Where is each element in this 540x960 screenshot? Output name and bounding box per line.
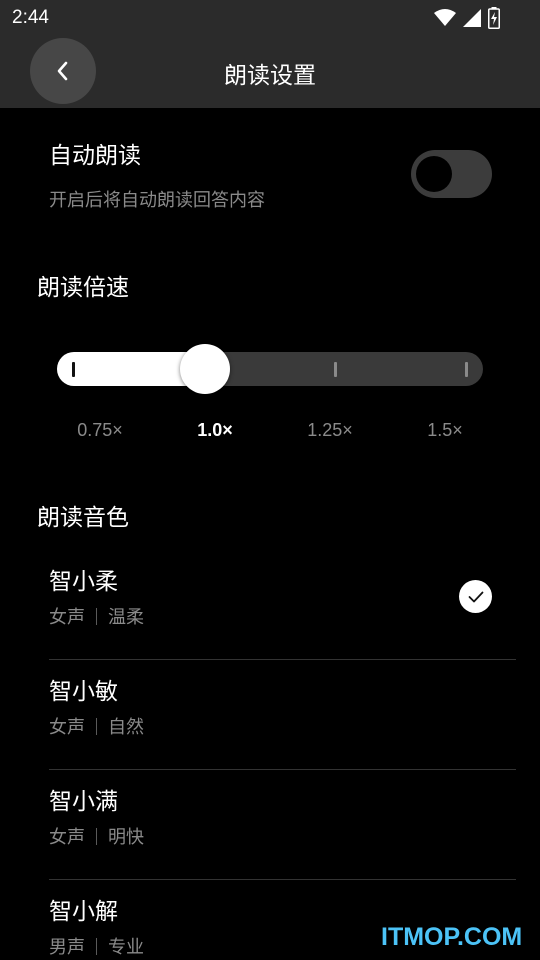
voice-name: 智小解 <box>49 899 118 925</box>
page-title: 朗读设置 <box>224 63 316 89</box>
meta-separator <box>96 827 97 845</box>
speed-option-3[interactable]: 1.5× <box>395 420 495 441</box>
status-time: 2:44 <box>12 7 49 28</box>
voice-gender: 女声 <box>49 717 85 738</box>
watermark: ITMOP.COM <box>381 923 523 951</box>
voice-name: 智小敏 <box>49 679 118 705</box>
voice-meta: 女声 温柔 <box>49 603 144 629</box>
meta-separator <box>96 607 97 625</box>
speed-option-0[interactable]: 0.75× <box>50 420 150 441</box>
selected-check <box>459 580 492 613</box>
speed-tick-3 <box>465 362 468 377</box>
voice-item-zhixiaoman[interactable]: 智小满 女声 明快 <box>49 770 516 880</box>
speed-option-1[interactable]: 1.0× <box>165 420 265 441</box>
speed-tick-2 <box>334 362 337 377</box>
voice-item-zhixiaomin[interactable]: 智小敏 女声 自然 <box>49 660 516 770</box>
wifi-icon <box>434 9 456 26</box>
voice-style: 自然 <box>108 717 144 738</box>
speed-slider-thumb[interactable] <box>180 344 230 394</box>
voice-meta: 男声 专业 <box>49 933 144 959</box>
speed-option-2[interactable]: 1.25× <box>280 420 380 441</box>
voice-gender: 男声 <box>49 937 85 958</box>
speed-tick-0 <box>72 362 75 377</box>
speed-section-title: 朗读倍速 <box>37 275 129 301</box>
voice-name: 智小柔 <box>49 569 118 595</box>
meta-separator <box>96 937 97 955</box>
voice-gender: 女声 <box>49 827 85 848</box>
auto-read-title: 自动朗读 <box>49 143 141 169</box>
voice-style: 明快 <box>108 827 144 848</box>
signal-icon <box>463 9 481 27</box>
voice-name: 智小满 <box>49 789 118 815</box>
voice-style: 温柔 <box>108 607 144 628</box>
auto-read-toggle[interactable] <box>411 150 492 198</box>
battery-charging-icon <box>488 7 500 29</box>
app-bar: 朗读设置 <box>0 36 540 108</box>
voice-section-title: 朗读音色 <box>37 505 129 531</box>
speed-slider[interactable] <box>57 352 483 386</box>
voice-meta: 女声 明快 <box>49 823 144 849</box>
voice-gender: 女声 <box>49 607 85 628</box>
toggle-knob <box>416 156 452 192</box>
voice-item-zhixiaorou[interactable]: 智小柔 女声 温柔 <box>49 550 516 660</box>
voice-style: 专业 <box>108 937 144 958</box>
meta-separator <box>96 717 97 735</box>
status-bar: 2:44 <box>0 0 540 36</box>
check-icon <box>468 591 483 602</box>
auto-read-description: 开启后将自动朗读回答内容 <box>49 190 265 211</box>
voice-meta: 女声 自然 <box>49 713 144 739</box>
